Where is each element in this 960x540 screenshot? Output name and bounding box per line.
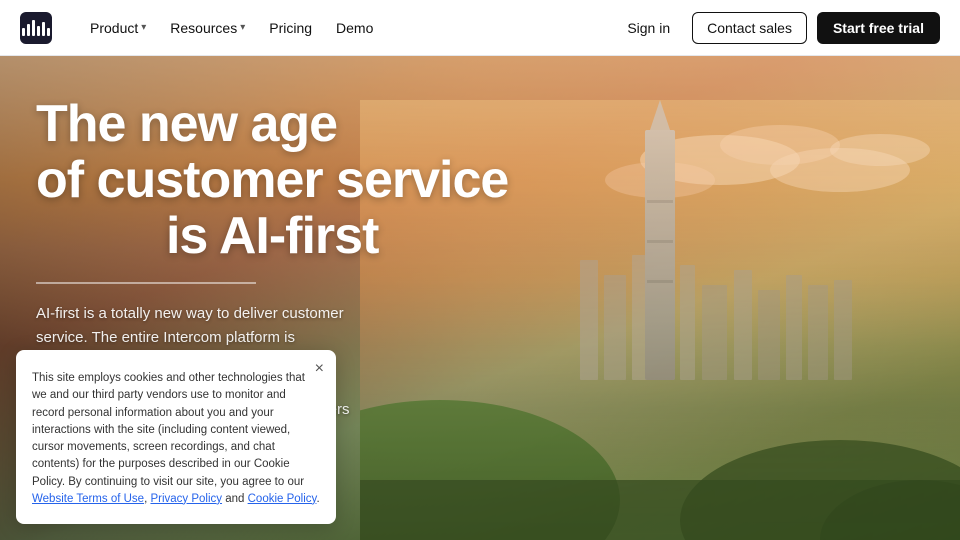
nav-product[interactable]: Product ▾ [80,14,156,42]
cookie-text: This site employs cookies and other tech… [32,370,320,508]
nav-actions: Sign in Contact sales Start free trial [615,12,940,44]
nav-demo[interactable]: Demo [326,14,383,42]
cookie-policy-link[interactable]: Cookie Policy [248,493,317,505]
logo-bars [22,20,50,36]
terms-of-use-link[interactable]: Website Terms of Use [32,493,144,505]
cookie-close-button[interactable]: × [315,360,324,378]
cookie-banner: × This site employs cookies and other te… [16,350,336,524]
start-trial-nav-button[interactable]: Start free trial [817,12,940,44]
nav-pricing[interactable]: Pricing [259,14,322,42]
nav-links: Product ▾ Resources ▾ Pricing Demo [80,14,615,42]
chevron-down-icon: ▾ [141,22,146,33]
chevron-down-icon: ▾ [240,22,245,33]
privacy-policy-link[interactable]: Privacy Policy [150,493,222,505]
hero-section: The new age of customer service is AI-fi… [0,56,960,540]
logo-icon [20,12,52,44]
nav-resources[interactable]: Resources ▾ [160,14,255,42]
signin-button[interactable]: Sign in [615,14,682,42]
logo[interactable] [20,12,52,44]
hero-title: The new age of customer service is AI-fi… [36,96,508,264]
contact-sales-nav-button[interactable]: Contact sales [692,12,807,44]
navigation: Product ▾ Resources ▾ Pricing Demo Sign … [0,0,960,56]
hero-divider [36,282,256,284]
